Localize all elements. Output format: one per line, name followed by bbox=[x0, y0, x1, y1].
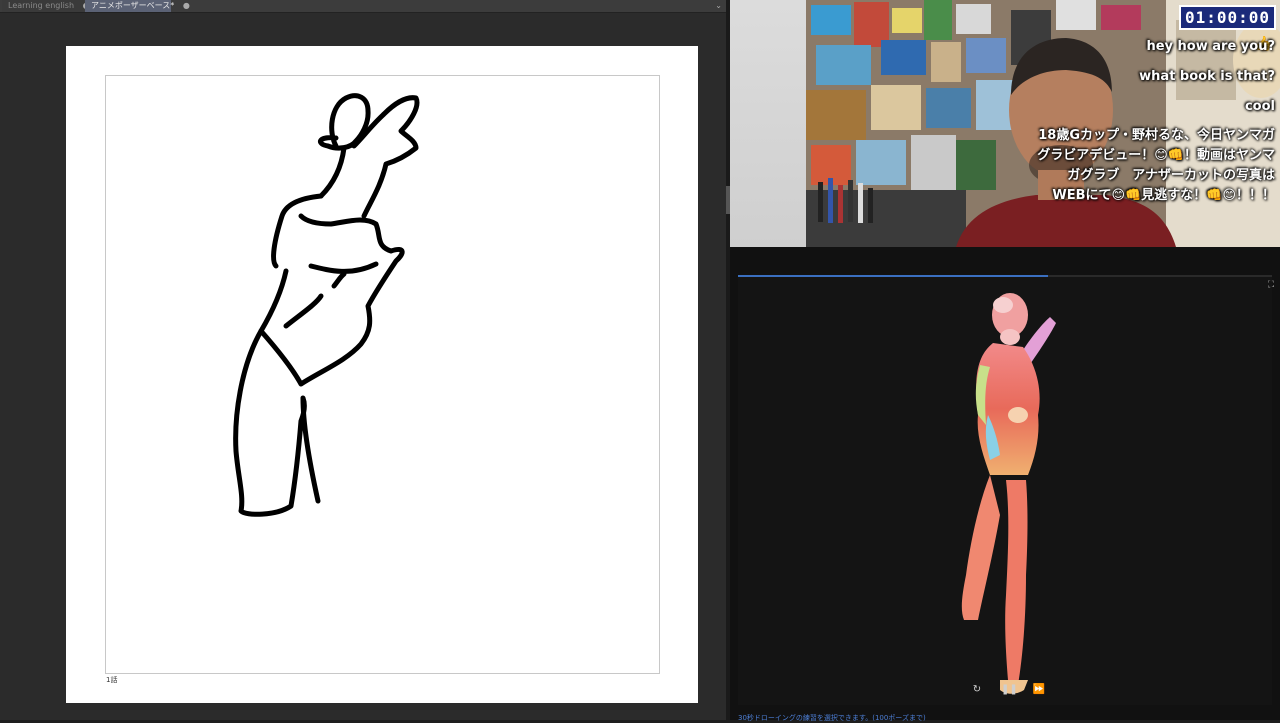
pause-icon[interactable]: ❚❚ bbox=[1001, 683, 1018, 697]
replay-icon[interactable]: ↻ bbox=[970, 683, 984, 697]
chat-message: 18歳Gカップ・野村るな、今日ヤンマガグラビアデビュー！😊👊！動画はヤンマガグラ… bbox=[1037, 128, 1275, 203]
sketch-drawing bbox=[233, 93, 420, 517]
chat-message: hey how are you? bbox=[1146, 39, 1275, 54]
fullscreen-icon[interactable]: ⛶ bbox=[1266, 280, 1276, 290]
viewer-footer[interactable]: 30秒ドローイングの練習を選択できます。(100ポーズまで) bbox=[738, 713, 926, 723]
playback-controls: ↻ ❚❚ ⏩ bbox=[970, 683, 1050, 697]
chat-overlay: hey how are you? what book is that? cool… bbox=[1035, 36, 1275, 206]
skip-icon[interactable]: ⏩ bbox=[1032, 683, 1046, 697]
anatomy-figure bbox=[961, 293, 1056, 694]
chat-message: what book is that? bbox=[1139, 69, 1275, 84]
tab-label: Learning english bbox=[8, 1, 75, 10]
sketch-leg bbox=[233, 328, 321, 517]
model-viewer-panel: ⛶ ↻ ❚❚ ⏩ 30秒ドローイングの練習を選択できます。(100ポーズまで) bbox=[730, 247, 1280, 723]
sketch-chest-line bbox=[308, 261, 379, 274]
drawing-frame[interactable] bbox=[105, 75, 660, 674]
webcam-video: 01:00:00 👍 hey how are you? what book is… bbox=[806, 0, 1280, 247]
tab-label: アニメポーザーベース* bbox=[91, 1, 175, 10]
webcam-panel: 01:00:00 👍 hey how are you? what book is… bbox=[730, 0, 1280, 247]
paper[interactable]: 1話 bbox=[66, 46, 698, 703]
chevron-down-icon[interactable]: ⌄ bbox=[715, 0, 722, 12]
model-viewport[interactable] bbox=[738, 275, 1272, 705]
webcam-background bbox=[730, 0, 806, 247]
page-label: 1話 bbox=[106, 676, 118, 684]
progress-fill bbox=[738, 275, 1048, 277]
sketch-abs-line bbox=[283, 271, 347, 329]
canvas-area[interactable]: 1話 bbox=[0, 13, 726, 720]
tab-anime-poser-base[interactable]: アニメポーザーベース* ● bbox=[85, 0, 190, 12]
tab-learning-english[interactable]: Learning english ● bbox=[2, 0, 90, 12]
tab-modified-dot-icon[interactable]: ● bbox=[183, 0, 190, 12]
chat-message: cool bbox=[1244, 99, 1275, 114]
stream-timer: 01:00:00 bbox=[1178, 5, 1276, 30]
document-tab-bar: Learning english ● アニメポーザーベース* ● ⌄ bbox=[0, 0, 726, 13]
drawing-app: Learning english ● アニメポーザーベース* ● ⌄ bbox=[0, 0, 726, 720]
sketch-torso bbox=[258, 193, 405, 387]
progress-bar bbox=[738, 275, 1272, 277]
